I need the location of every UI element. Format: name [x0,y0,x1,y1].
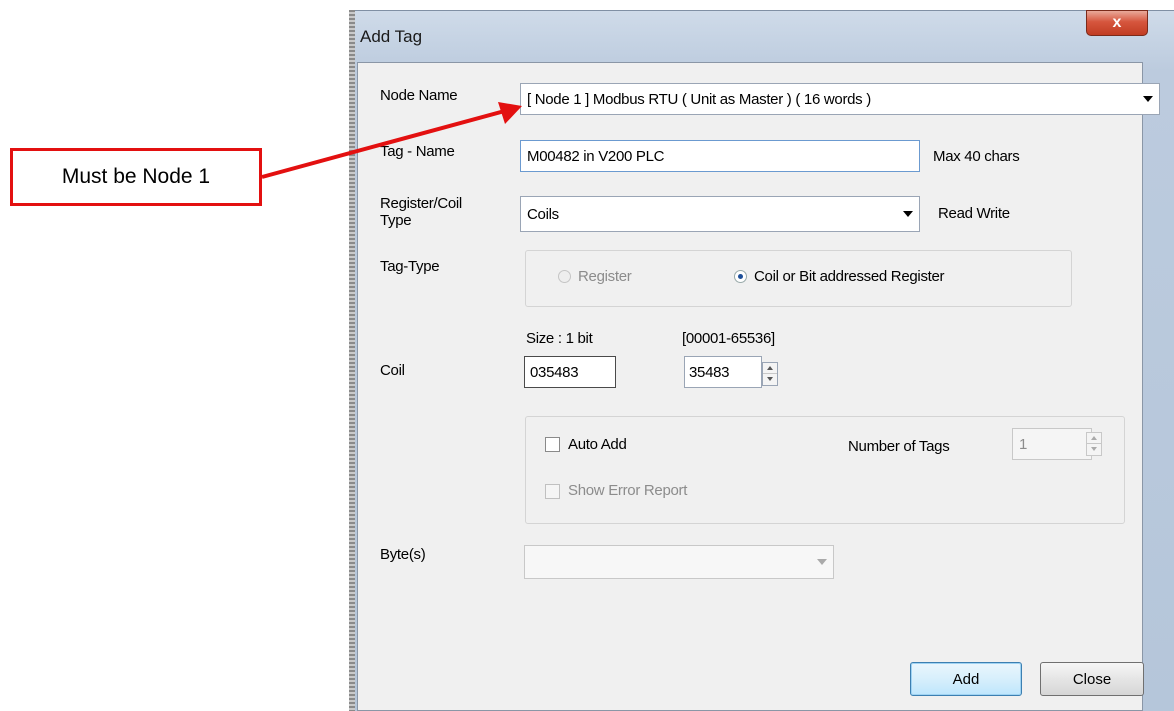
radio-coil-label: Coil or Bit addressed Register [754,268,945,285]
close-button-label: Close [1072,670,1112,688]
register-type-label: Register/Coil Type [380,195,462,229]
spin-up-icon [1091,436,1097,440]
callout-text: Must be Node 1 [61,165,211,188]
number-of-tags-label: Number of Tags [848,438,950,455]
auto-add-checkbox[interactable] [545,437,560,452]
node-name-value: [ Node 1 ] Modbus RTU ( Unit as Master )… [527,90,871,108]
show-error-label: Show Error Report [568,482,688,499]
add-button-label: Add [952,670,980,688]
number-of-tags-value: 1 [1019,435,1028,453]
add-button[interactable]: Add [910,662,1022,696]
dialog-title: Add Tag [360,27,423,46]
chevron-down-icon [903,211,913,217]
tag-name-input[interactable]: M00482 in V200 PLC [520,140,920,172]
tag-name-value: M00482 in V200 PLC [527,147,665,165]
coil-number-input[interactable]: 35483 [684,356,762,388]
coil-number-spinner[interactable] [762,362,778,386]
register-type-value: Coils [527,205,559,223]
spin-down-icon [767,377,773,381]
register-type-hint: Read Write [938,205,1010,222]
radio-register[interactable] [558,270,571,283]
range-label: [00001-65536] [682,330,775,347]
size-label: Size : 1 bit [526,330,593,347]
close-button[interactable]: Close [1040,662,1144,696]
show-error-checkbox[interactable] [545,484,560,499]
radio-register-label: Register [578,268,632,285]
coil-number-value: 35483 [689,363,730,381]
number-of-tags-spinner[interactable] [1086,432,1102,456]
coil-address-value: 035483 [530,363,579,381]
chevron-down-icon [1143,96,1153,102]
tag-name-hint: Max 40 chars [933,148,1020,165]
bytes-label: Byte(s) [380,546,426,563]
number-of-tags-input[interactable]: 1 [1012,428,1092,460]
coil-label: Coil [380,362,405,379]
tag-type-label: Tag-Type [380,258,440,275]
close-window-button[interactable]: x [1086,10,1148,36]
close-icon: x [1112,14,1122,31]
auto-add-label: Auto Add [568,436,627,453]
register-type-label-line2: Type [380,212,412,229]
spin-up-icon [767,366,773,370]
node-name-dropdown[interactable]: [ Node 1 ] Modbus RTU ( Unit as Master )… [520,83,1160,115]
spin-down-icon [1091,447,1097,451]
bytes-dropdown[interactable] [524,545,834,579]
window-edge [349,10,355,711]
coil-address-field: 035483 [524,356,616,388]
chevron-down-icon [817,559,827,565]
tag-name-label: Tag - Name [380,143,455,160]
node-name-label: Node Name [380,87,458,104]
radio-coil[interactable] [734,270,747,283]
register-type-label-line1: Register/Coil [380,195,462,212]
register-type-dropdown[interactable]: Coils [520,196,920,232]
callout-box: Must be Node 1 [10,148,262,206]
